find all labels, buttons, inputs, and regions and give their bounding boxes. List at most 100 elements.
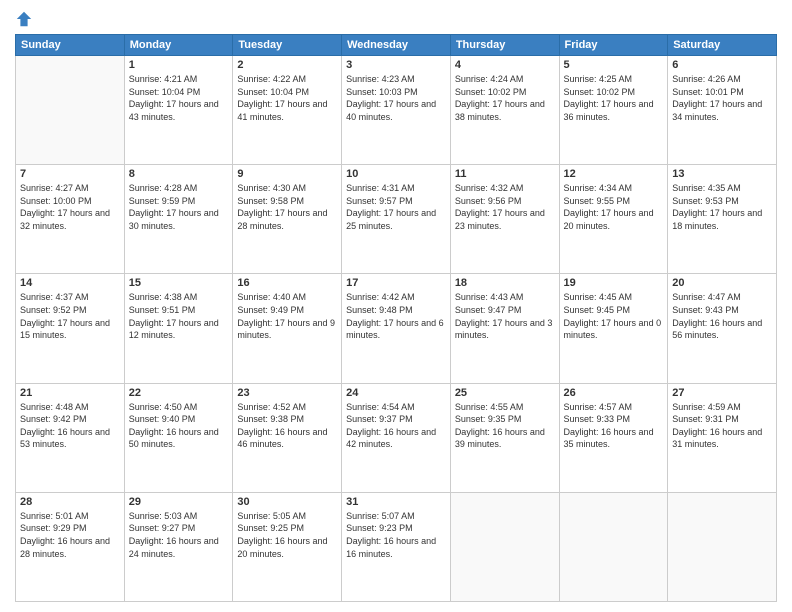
day-info: Sunrise: 5:01 AMSunset: 9:29 PMDaylight:… [20,510,120,560]
day-number: 19 [564,277,664,289]
calendar-week-row: 7 Sunrise: 4:27 AMSunset: 10:00 PMDayligh… [16,165,777,274]
calendar-cell: 18 Sunrise: 4:43 AMSunset: 9:47 PMDayligh… [450,274,559,383]
calendar-table: Sunday Monday Tuesday Wednesday Thursday… [15,34,777,602]
day-info: Sunrise: 4:57 AMSunset: 9:33 PMDaylight:… [564,401,664,451]
day-info: Sunrise: 4:55 AMSunset: 9:35 PMDaylight:… [455,401,555,451]
calendar-cell: 12 Sunrise: 4:34 AMSunset: 9:55 PMDayligh… [559,165,668,274]
calendar-cell: 1 Sunrise: 4:21 AMSunset: 10:04 PMDayligh… [124,56,233,165]
calendar-week-row: 14 Sunrise: 4:37 AMSunset: 9:52 PMDayligh… [16,274,777,383]
day-info: Sunrise: 4:52 AMSunset: 9:38 PMDaylight:… [237,401,337,451]
day-info: Sunrise: 4:40 AMSunset: 9:49 PMDaylight:… [237,291,337,341]
calendar-cell: 11Sunrise: 4:32 AMSunset: 9:56 PMDayligh… [450,165,559,274]
day-number: 2 [237,59,337,71]
day-number: 15 [129,277,229,289]
calendar-cell [559,492,668,601]
day-info: Sunrise: 4:45 AMSunset: 9:45 PMDaylight:… [564,291,664,341]
day-number: 6 [672,59,772,71]
calendar-cell [668,492,777,601]
calendar-week-row: 28 Sunrise: 5:01 AMSunset: 9:29 PMDayligh… [16,492,777,601]
day-number: 4 [455,59,555,71]
day-info: Sunrise: 4:35 AMSunset: 9:53 PMDaylight:… [672,182,772,232]
calendar-cell: 30 Sunrise: 5:05 AMSunset: 9:25 PMDayligh… [233,492,342,601]
calendar-cell: 21 Sunrise: 4:48 AMSunset: 9:42 PMDayligh… [16,383,125,492]
day-number: 10 [346,168,446,180]
day-number: 25 [455,387,555,399]
calendar-cell: 16Sunrise: 4:40 AMSunset: 9:49 PMDayligh… [233,274,342,383]
day-info: Sunrise: 5:05 AMSunset: 9:25 PMDaylight:… [237,510,337,560]
day-info: Sunrise: 4:28 AMSunset: 9:59 PMDaylight:… [129,182,229,232]
day-info: Sunrise: 4:21 AMSunset: 10:04 PMDaylight… [129,73,229,123]
calendar-cell: 28 Sunrise: 5:01 AMSunset: 9:29 PMDayligh… [16,492,125,601]
calendar-cell: 14 Sunrise: 4:37 AMSunset: 9:52 PMDayligh… [16,274,125,383]
day-info: Sunrise: 4:30 AMSunset: 9:58 PMDaylight:… [237,182,337,232]
calendar-cell: 9 Sunrise: 4:30 AMSunset: 9:58 PMDaylight… [233,165,342,274]
day-number: 3 [346,59,446,71]
calendar-week-row: 21 Sunrise: 4:48 AMSunset: 9:42 PMDayligh… [16,383,777,492]
day-info: Sunrise: 4:23 AMSunset: 10:03 PMDaylight… [346,73,446,123]
col-saturday: Saturday [668,35,777,56]
day-number: 14 [20,277,120,289]
day-number: 13 [672,168,772,180]
calendar-header-row: Sunday Monday Tuesday Wednesday Thursday… [16,35,777,56]
day-number: 27 [672,387,772,399]
day-info: Sunrise: 4:59 AMSunset: 9:31 PMDaylight:… [672,401,772,451]
logo-icon [15,10,33,28]
calendar-cell: 17Sunrise: 4:42 AMSunset: 9:48 PMDayligh… [342,274,451,383]
calendar-cell: 29 Sunrise: 5:03 AMSunset: 9:27 PMDayligh… [124,492,233,601]
calendar-cell: 22 Sunrise: 4:50 AMSunset: 9:40 PMDayligh… [124,383,233,492]
calendar-cell: 6 Sunrise: 4:26 AMSunset: 10:01 PMDayligh… [668,56,777,165]
day-number: 11 [455,168,555,180]
day-info: Sunrise: 4:26 AMSunset: 10:01 PMDaylight… [672,73,772,123]
col-wednesday: Wednesday [342,35,451,56]
day-info: Sunrise: 4:24 AMSunset: 10:02 PMDaylight… [455,73,555,123]
calendar-cell: 20Sunrise: 4:47 AMSunset: 9:43 PMDayligh… [668,274,777,383]
day-number: 17 [346,277,446,289]
logo [15,10,37,28]
day-info: Sunrise: 4:22 AMSunset: 10:04 PMDaylight… [237,73,337,123]
day-info: Sunrise: 4:48 AMSunset: 9:42 PMDaylight:… [20,401,120,451]
calendar-cell: 26 Sunrise: 4:57 AMSunset: 9:33 PMDayligh… [559,383,668,492]
day-number: 1 [129,59,229,71]
day-info: Sunrise: 4:50 AMSunset: 9:40 PMDaylight:… [129,401,229,451]
day-info: Sunrise: 4:54 AMSunset: 9:37 PMDaylight:… [346,401,446,451]
calendar-cell: 24 Sunrise: 4:54 AMSunset: 9:37 PMDayligh… [342,383,451,492]
calendar-cell: 8 Sunrise: 4:28 AMSunset: 9:59 PMDaylight… [124,165,233,274]
day-info: Sunrise: 4:37 AMSunset: 9:52 PMDaylight:… [20,291,120,341]
day-number: 28 [20,496,120,508]
calendar-week-row: 1 Sunrise: 4:21 AMSunset: 10:04 PMDayligh… [16,56,777,165]
day-number: 31 [346,496,446,508]
day-info: Sunrise: 4:27 AMSunset: 10:00 PMDaylight… [20,182,120,232]
page-header [15,10,777,28]
day-info: Sunrise: 4:34 AMSunset: 9:55 PMDaylight:… [564,182,664,232]
calendar-cell: 27 Sunrise: 4:59 AMSunset: 9:31 PMDayligh… [668,383,777,492]
day-number: 12 [564,168,664,180]
day-info: Sunrise: 5:07 AMSunset: 9:23 PMDaylight:… [346,510,446,560]
day-info: Sunrise: 5:03 AMSunset: 9:27 PMDaylight:… [129,510,229,560]
day-number: 8 [129,168,229,180]
col-friday: Friday [559,35,668,56]
day-number: 9 [237,168,337,180]
col-sunday: Sunday [16,35,125,56]
day-number: 22 [129,387,229,399]
calendar-cell [450,492,559,601]
calendar-cell: 4 Sunrise: 4:24 AMSunset: 10:02 PMDayligh… [450,56,559,165]
day-info: Sunrise: 4:31 AMSunset: 9:57 PMDaylight:… [346,182,446,232]
day-number: 29 [129,496,229,508]
calendar-cell: 10 Sunrise: 4:31 AMSunset: 9:57 PMDayligh… [342,165,451,274]
calendar-cell: 15Sunrise: 4:38 AMSunset: 9:51 PMDayligh… [124,274,233,383]
calendar-cell: 25 Sunrise: 4:55 AMSunset: 9:35 PMDayligh… [450,383,559,492]
day-info: Sunrise: 4:47 AMSunset: 9:43 PMDaylight:… [672,291,772,341]
day-number: 30 [237,496,337,508]
calendar-page: Sunday Monday Tuesday Wednesday Thursday… [0,0,792,612]
day-number: 26 [564,387,664,399]
day-info: Sunrise: 4:43 AMSunset: 9:47 PMDaylight:… [455,291,555,341]
day-number: 21 [20,387,120,399]
day-number: 24 [346,387,446,399]
col-thursday: Thursday [450,35,559,56]
col-tuesday: Tuesday [233,35,342,56]
day-number: 18 [455,277,555,289]
calendar-cell: 3 Sunrise: 4:23 AMSunset: 10:03 PMDayligh… [342,56,451,165]
day-number: 7 [20,168,120,180]
day-number: 23 [237,387,337,399]
calendar-cell [16,56,125,165]
